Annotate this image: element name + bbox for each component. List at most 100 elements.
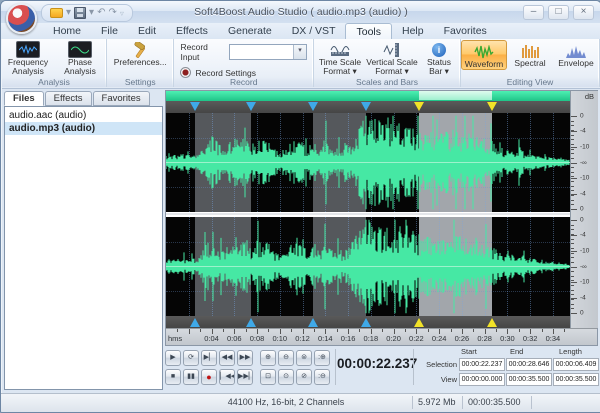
cue-marker[interactable] — [246, 318, 256, 327]
fast-forward-button[interactable]: ▶▶ — [237, 350, 253, 366]
sidebar-tab-favorites[interactable]: Favorites — [93, 91, 150, 106]
view-start-field[interactable]: 00:00:00.000 — [459, 373, 505, 386]
close-button[interactable]: × — [573, 5, 594, 20]
waveform-view-button[interactable]: Waveform — [461, 40, 507, 70]
zoom-ratio-button[interactable]: :⊕ — [314, 350, 330, 366]
zoom-full-button[interactable]: ⊜ — [296, 350, 312, 366]
go-to-end-button[interactable]: ▶▶▏ — [237, 369, 253, 385]
zoom-in-button[interactable]: ⊕ — [260, 350, 276, 366]
zoom-ratio-2-button[interactable]: :⊖ — [314, 369, 330, 385]
info-icon: i — [427, 41, 451, 58]
sidebar-tab-files[interactable]: Files — [4, 91, 44, 106]
cue-marker[interactable] — [190, 318, 200, 327]
ruler-label: 0:14 — [318, 334, 333, 343]
selection-end-field[interactable]: 00:00:28.646 — [506, 358, 552, 371]
view-row-label: View — [417, 375, 459, 384]
phase-analysis-button[interactable]: Phase Analysis — [54, 39, 106, 76]
pause-button[interactable]: ▮▮ — [183, 369, 199, 385]
menu-tab-dx-vst[interactable]: DX / VST — [282, 23, 346, 39]
waveform-view-label: Waveform — [465, 60, 503, 69]
sidebar-tab-effects[interactable]: Effects — [45, 91, 92, 106]
app-logo[interactable] — [6, 3, 37, 34]
spectral-icon — [518, 42, 542, 59]
play-selection-button[interactable]: ▶▏ — [201, 350, 217, 366]
menu-tab-effects[interactable]: Effects — [166, 23, 218, 39]
menu-bar: HomeFileEditEffectsGenerateDX / VSTTools… — [1, 23, 600, 39]
waveform-channel-right[interactable] — [166, 217, 570, 316]
cue-marker[interactable] — [246, 102, 256, 111]
zoom-vertical-button[interactable]: ⊙ — [278, 369, 294, 385]
cue-marker[interactable] — [308, 318, 318, 327]
ruler-label: 0:22 — [409, 334, 424, 343]
file-list[interactable]: audio.aac (audio)audio.mp3 (audio) — [4, 106, 163, 390]
selection-marker[interactable] — [414, 102, 424, 111]
rewind-button[interactable]: ◀◀ — [219, 350, 235, 366]
menu-tab-home[interactable]: Home — [43, 23, 91, 39]
go-to-start-button[interactable]: ▏◀◀ — [219, 369, 235, 385]
menu-tab-help[interactable]: Help — [392, 23, 434, 39]
time-scale-icon — [328, 41, 352, 58]
ruler-label: 0:20 — [386, 334, 401, 343]
minimize-button[interactable]: – — [523, 5, 544, 20]
total-length-status: 00:00:35.500 — [468, 397, 521, 407]
frequency-analysis-icon — [16, 41, 40, 58]
db-scale-label: 0 — [580, 216, 584, 223]
audio-format-status: 44100 Hz, 16-bit, 2 Channels — [228, 397, 345, 407]
marker-strip-bottom[interactable] — [166, 316, 570, 328]
position-header-start: Start — [459, 347, 507, 356]
frequency-analysis-label2: Analysis — [12, 67, 44, 76]
record-input-select[interactable]: ▾ — [229, 44, 307, 60]
selection-start-field[interactable]: 00:00:22.237 — [459, 358, 505, 371]
file-list-item[interactable]: audio.aac (audio) — [5, 109, 162, 122]
window-title: Soft4Boost Audio Studio ( audio.mp3 (aud… — [1, 1, 600, 23]
chevron-down-icon[interactable]: ▾ — [293, 45, 306, 59]
envelope-view-button[interactable]: Envelope — [553, 40, 599, 70]
db-scale-label: 0 — [580, 112, 584, 119]
menu-tab-tools[interactable]: Tools — [345, 23, 392, 39]
play-button[interactable]: ▶ — [165, 350, 181, 366]
time-scale-label2: Format ▾ — [323, 67, 357, 76]
menu-tab-generate[interactable]: Generate — [218, 23, 282, 39]
menu-tab-edit[interactable]: Edit — [128, 23, 166, 39]
zoom-out-button[interactable]: ⊖ — [278, 350, 294, 366]
db-scale: dB 0-4-10-∞-10-40 0-4-10-∞-10-40 — [570, 91, 598, 328]
time-ruler[interactable]: hms 0:040:060:080:100:120:140:160:180:20… — [166, 328, 597, 345]
cue-marker[interactable] — [361, 102, 371, 111]
menu-tab-file[interactable]: File — [91, 23, 128, 39]
cue-marker[interactable] — [361, 318, 371, 327]
ruler-label: 0:18 — [364, 334, 379, 343]
marker-strip-top[interactable] — [166, 101, 570, 113]
position-header-length: Length — [557, 347, 600, 356]
waveform-editor[interactable]: hms 0:040:060:080:100:120:140:160:180:20… — [165, 90, 598, 346]
ruler-label: 0:28 — [477, 334, 492, 343]
record-input-value — [230, 45, 293, 59]
view-end-field[interactable]: 00:00:35.500 — [506, 373, 552, 386]
vertical-scale-format-button[interactable]: Vertical Scale Format ▾ — [366, 39, 418, 76]
vertical-scale-icon — [380, 41, 404, 58]
frequency-analysis-button[interactable]: Frequency Analysis — [2, 39, 54, 76]
record-button[interactable]: ● — [201, 369, 217, 385]
zoom-window-button[interactable]: ⊘ — [296, 369, 312, 385]
preferences-button[interactable]: Preferences... — [109, 39, 171, 67]
zoom-selection-button[interactable]: ⊡ — [260, 369, 276, 385]
position-header-end: End — [508, 347, 556, 356]
selection-marker[interactable] — [414, 318, 424, 327]
file-list-item[interactable]: audio.mp3 (audio) — [5, 122, 162, 135]
selection-length-field[interactable]: 00:00:06.409 — [553, 358, 599, 371]
selection-marker[interactable] — [487, 102, 497, 111]
waveform-channel-left[interactable] — [166, 113, 570, 212]
loop-button[interactable]: ⟳ — [183, 350, 199, 366]
time-scale-format-button[interactable]: Time Scale Format ▾ — [314, 39, 366, 76]
spectral-view-button[interactable]: Spectral — [509, 40, 551, 70]
status-bar-toggle-button[interactable]: i Status Bar ▾ — [418, 39, 460, 76]
db-scale-label: -4 — [580, 190, 586, 197]
cue-marker[interactable] — [190, 102, 200, 111]
ribbon-group-record: Record Input ▾ Record Settings Record — [174, 39, 314, 87]
record-input-label: Record Input — [180, 42, 224, 62]
selection-marker[interactable] — [487, 318, 497, 327]
stop-button[interactable]: ■ — [165, 369, 181, 385]
menu-tab-favorites[interactable]: Favorites — [434, 23, 497, 39]
view-length-field[interactable]: 00:00:35.500 — [553, 373, 599, 386]
cue-marker[interactable] — [308, 102, 318, 111]
maximize-button[interactable]: □ — [548, 5, 569, 20]
